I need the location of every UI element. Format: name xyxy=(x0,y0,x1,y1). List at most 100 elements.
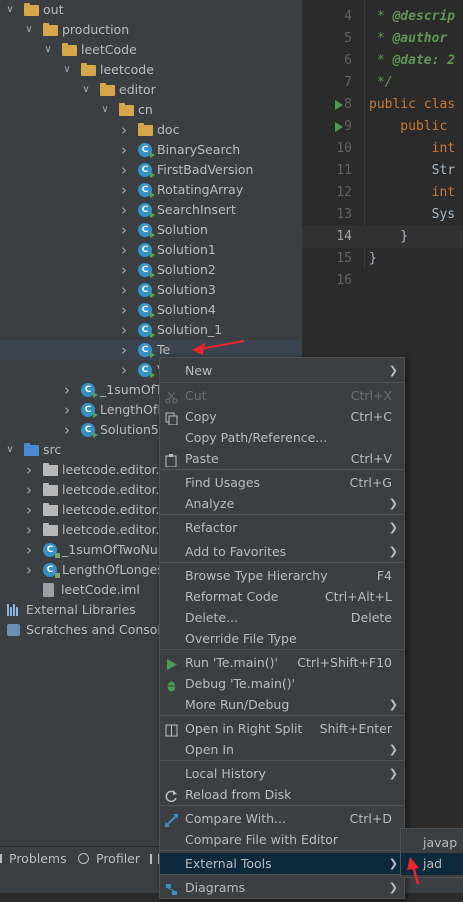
menu-delete[interactable]: Delete... Delete xyxy=(160,607,404,628)
menu-open-in[interactable]: Open In ❯ xyxy=(160,739,404,760)
chevron-right-icon[interactable]: › xyxy=(118,220,130,240)
tree-item[interactable]: › C Solution1 xyxy=(0,240,302,260)
chevron-right-icon[interactable]: › xyxy=(118,280,130,300)
menu-item-shortcut: Ctrl+X xyxy=(350,388,392,403)
folder-icon xyxy=(43,503,58,516)
chevron-right-icon[interactable]: › xyxy=(23,500,35,520)
tree-item-label: LengthOfLongest xyxy=(62,562,169,577)
tree-item[interactable]: › C FirstBadVersion xyxy=(0,160,302,180)
chevron-down-icon[interactable]: ∨ xyxy=(99,100,111,120)
tree-item[interactable]: ∨ out xyxy=(0,0,302,20)
folder-icon xyxy=(81,63,96,76)
tree-item[interactable]: ∨ editor xyxy=(0,80,302,100)
chevron-down-icon[interactable]: ∨ xyxy=(4,440,16,460)
menu-add-favorites[interactable]: Add to Favorites ❯ xyxy=(160,541,404,562)
chevron-right-icon[interactable]: › xyxy=(61,400,73,420)
tree-item[interactable]: › C Solution3 xyxy=(0,280,302,300)
tree-item[interactable]: › C Solution4 xyxy=(0,300,302,320)
menu-debug[interactable]: Debug 'Te.main()' xyxy=(160,673,404,694)
chevron-right-icon[interactable]: › xyxy=(23,460,35,480)
run-gutter-icon[interactable] xyxy=(335,122,343,132)
code-text: * xyxy=(369,53,393,68)
menu-external-tools[interactable]: External Tools ❯ xyxy=(160,853,404,874)
code-text: public clas xyxy=(369,97,456,112)
tree-item[interactable]: › C RotatingArray xyxy=(0,180,302,200)
chevron-down-icon[interactable]: ∨ xyxy=(42,40,54,60)
chevron-right-icon[interactable]: › xyxy=(23,480,35,500)
menu-item-label: Run 'Te.main()' xyxy=(185,655,278,670)
tree-item[interactable]: › C BinarySearch xyxy=(0,140,302,160)
chevron-right-icon[interactable]: › xyxy=(118,140,130,160)
chevron-down-icon[interactable]: ∨ xyxy=(4,0,16,20)
tree-item-label: src xyxy=(43,442,62,457)
menu-diagrams[interactable]: Diagrams ❯ xyxy=(160,877,404,898)
menu-item-label: Debug 'Te.main()' xyxy=(185,676,296,691)
menu-compare-editor[interactable]: Compare File with Editor xyxy=(160,829,404,850)
tree-item-label: editor xyxy=(119,82,156,97)
menu-separator xyxy=(160,562,404,563)
menu-open-split[interactable]: Open in Right Split Shift+Enter xyxy=(160,718,404,739)
menu-new[interactable]: New ❯ xyxy=(160,360,404,381)
chevron-right-icon[interactable]: › xyxy=(118,160,130,180)
chevron-right-icon[interactable]: › xyxy=(118,260,130,280)
tree-item[interactable]: › C Solution xyxy=(0,220,302,240)
doc-tag: @date: 2 xyxy=(392,53,456,68)
menu-browse-hierarchy[interactable]: Browse Type Hierarchy F4 xyxy=(160,565,404,586)
menu-compare[interactable]: Compare With... Ctrl+D xyxy=(160,808,404,829)
tree-item[interactable]: › C SearchInsert xyxy=(0,200,302,220)
menu-override-type[interactable]: Override File Type xyxy=(160,628,404,649)
tree-item[interactable]: › C Solution2 xyxy=(0,260,302,280)
chevron-right-icon[interactable]: › xyxy=(23,560,35,580)
chevron-down-icon[interactable]: ∨ xyxy=(61,60,73,80)
tree-item[interactable]: › C Solution_1 xyxy=(0,320,302,340)
menu-item-label: Refactor xyxy=(185,520,238,535)
menu-refactor[interactable]: Refactor ❯ xyxy=(160,517,404,538)
menu-more-run[interactable]: More Run/Debug ❯ xyxy=(160,694,404,715)
menu-local-history[interactable]: Local History ❯ xyxy=(160,763,404,784)
menu-copy-path[interactable]: Copy Path/Reference... xyxy=(160,427,404,448)
chevron-right-icon[interactable]: › xyxy=(118,180,130,200)
menu-copy[interactable]: Copy Ctrl+C xyxy=(160,406,404,427)
menu-analyze[interactable]: Analyze ❯ xyxy=(160,493,404,514)
chevron-down-icon[interactable]: ∨ xyxy=(23,20,35,40)
chevron-down-icon[interactable]: ∨ xyxy=(80,80,92,100)
submenu-arrow-icon: ❯ xyxy=(388,857,398,870)
tree-item-label: leetcode.editor.c xyxy=(62,522,167,537)
menu-find-usages[interactable]: Find Usages Ctrl+G xyxy=(160,472,404,493)
menu-item-label: More Run/Debug xyxy=(185,697,290,712)
chevron-right-icon[interactable]: › xyxy=(23,540,35,560)
chevron-right-icon[interactable]: › xyxy=(118,320,130,340)
chevron-right-icon[interactable]: › xyxy=(118,120,130,140)
chevron-right-icon[interactable]: › xyxy=(23,520,35,540)
menu-run[interactable]: Run 'Te.main()' Ctrl+Shift+F10 xyxy=(160,652,404,673)
tree-item[interactable]: ∨ cn xyxy=(0,100,302,120)
chevron-right-icon[interactable]: › xyxy=(118,340,130,360)
chevron-right-icon[interactable]: › xyxy=(61,420,73,440)
tree-item[interactable]: ∨ leetcode xyxy=(0,60,302,80)
java-class-icon: C xyxy=(138,143,155,158)
line-number: 9 xyxy=(344,119,352,134)
tree-item-label: Solution3 xyxy=(157,282,216,297)
java-class-icon: C xyxy=(138,303,155,318)
chevron-right-icon[interactable]: › xyxy=(118,300,130,320)
tree-item[interactable]: ∨ leetCode xyxy=(0,40,302,60)
menu-reload[interactable]: Reload from Disk xyxy=(160,784,404,805)
tree-item[interactable]: ∨ production xyxy=(0,20,302,40)
menu-reformat[interactable]: Reformat Code Ctrl+Alt+L xyxy=(160,586,404,607)
submenu-item-jad[interactable]: jad xyxy=(401,853,463,875)
chevron-right-icon[interactable]: › xyxy=(118,360,130,380)
tree-item[interactable]: › doc xyxy=(0,120,302,140)
code-editor[interactable]: 4 * @descrip 5 * @author 6 * @date: 2 7 */ 8… xyxy=(302,0,463,288)
chevron-right-icon[interactable]: › xyxy=(118,200,130,220)
chevron-right-icon[interactable]: › xyxy=(61,380,73,400)
tree-item-label: _1sumOfTwoNum xyxy=(62,542,170,557)
menu-separator xyxy=(160,514,404,515)
tree-item-label: Solution_1 xyxy=(157,322,223,337)
chevron-right-icon[interactable]: › xyxy=(118,240,130,260)
java-class-icon: C xyxy=(138,323,155,338)
submenu-item-javap[interactable]: javap xyxy=(401,832,463,854)
menu-item-label: Compare With... xyxy=(185,811,286,826)
run-gutter-icon[interactable] xyxy=(335,100,343,110)
menu-paste[interactable]: Paste Ctrl+V xyxy=(160,448,404,469)
code-text: Str xyxy=(369,163,456,178)
